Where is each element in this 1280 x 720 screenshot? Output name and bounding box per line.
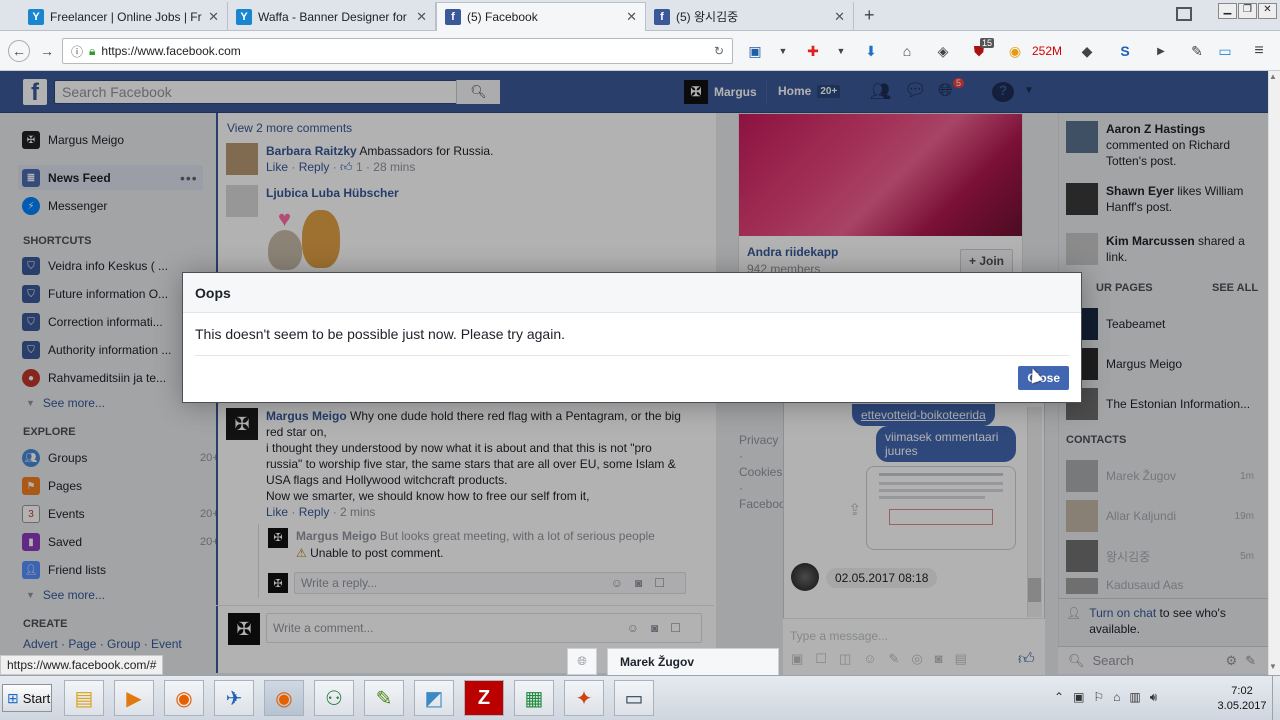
firefox-icon[interactable]: ◉	[164, 680, 204, 716]
tray-tool-icon[interactable]: ⌂	[1113, 690, 1120, 705]
minimize-icon[interactable]: ▁	[1218, 3, 1237, 19]
first-aid-icon[interactable]: ✚	[802, 40, 824, 62]
mega-count: 252M	[1032, 44, 1063, 58]
show-desktop-button[interactable]	[1272, 676, 1280, 720]
page-scrollbar[interactable]	[1268, 71, 1280, 675]
globe-icon[interactable]: 🌐︎	[567, 648, 597, 675]
pocket-icon[interactable]: ◈	[932, 40, 954, 62]
paint-icon[interactable]: ✦	[564, 680, 604, 716]
dialog-message: This doesn't seem to be possible just no…	[195, 313, 1069, 356]
filezilla-icon[interactable]: Z	[464, 680, 504, 716]
close-tab-icon[interactable]: ✕	[208, 9, 219, 25]
tab-facebook-active[interactable]: f (5) Facebook ✕	[436, 2, 646, 31]
facebook-icon: f	[654, 8, 670, 25]
status-bar-url: https://www.facebook.com/#	[0, 655, 164, 675]
dropdown-icon[interactable]: ▼	[772, 40, 794, 62]
spreadsheet-icon[interactable]: ▦	[514, 680, 554, 716]
tab-title: (5) 왕시김중	[676, 10, 739, 24]
flag-icon[interactable]: ⚐	[1093, 690, 1104, 705]
freelancer-icon: Y	[236, 8, 252, 25]
skype-icon[interactable]: S	[1114, 40, 1136, 62]
url-bar[interactable]: ⓘ 🔒︎ https://www.facebook.com ↻	[62, 38, 733, 64]
reload-icon[interactable]: ↻	[714, 44, 724, 58]
freelancer-icon: Y	[28, 8, 44, 25]
tab-title: Waffa - Banner Designer for	[258, 9, 407, 24]
windows-logo-icon: ⊞	[7, 689, 19, 706]
scroll-up-icon[interactable]: ▲	[1269, 72, 1277, 81]
forward-icon[interactable]: →	[36, 40, 58, 62]
speaker-icon[interactable]: 🔊︎	[1150, 690, 1158, 705]
save-icon[interactable]: ▣	[744, 40, 766, 62]
notepad-icon[interactable]: ✎	[364, 680, 404, 716]
clock-date: 3.05.2017	[1217, 700, 1267, 712]
clock[interactable]: 7:02 3.05.2017	[1204, 684, 1280, 714]
window-controls: ▁ ❐ ✕	[1218, 3, 1278, 19]
start-label: Start	[22, 690, 51, 706]
network-tool-icon[interactable]: ⚇	[314, 680, 354, 716]
incognito-icon[interactable]: ◆	[1076, 40, 1098, 62]
tray-expand-icon[interactable]: ⌃	[1054, 690, 1064, 705]
error-dialog: Oops This doesn't seem to be possible ju…	[182, 272, 1082, 403]
download-icon[interactable]: ⬇	[860, 40, 882, 62]
new-tab-button[interactable]: +	[864, 5, 875, 26]
close-tab-icon[interactable]: ✕	[834, 9, 845, 25]
start-button[interactable]: ⊞ Start	[2, 684, 52, 712]
screen-icon[interactable]: ▭	[1214, 40, 1236, 62]
youtube-icon[interactable]: ▶	[1150, 40, 1172, 62]
home-icon[interactable]: ⌂	[896, 40, 918, 62]
media-player-icon[interactable]: ▶	[114, 680, 154, 716]
reading-view-icon[interactable]	[1176, 7, 1192, 21]
ublock-badge: 15	[980, 38, 995, 48]
maximize-icon[interactable]: ❐	[1238, 3, 1257, 19]
facebook-icon: f	[445, 9, 461, 25]
lock-icon: 🔒︎	[89, 43, 96, 58]
mega-icon[interactable]: ◉	[1004, 40, 1026, 62]
tab-title: (5) Facebook	[467, 10, 538, 24]
tab-freelancer-jobs[interactable]: Y Freelancer | Online Jobs | Free ✕	[20, 2, 228, 31]
clock-time: 7:02	[1231, 685, 1253, 697]
tab-facebook-korean[interactable]: f (5) 왕시김중 ✕	[646, 2, 854, 31]
chat-tab[interactable]: Marek Žugov	[607, 648, 779, 675]
close-tab-icon[interactable]: ✕	[626, 9, 637, 25]
pencil-icon[interactable]: ✎	[1186, 40, 1208, 62]
dropdown-icon[interactable]: ▼	[830, 40, 852, 62]
dialog-title: Oops	[195, 284, 231, 301]
remote-desktop-icon[interactable]: ▭	[614, 680, 654, 716]
info-icon[interactable]: ⓘ	[71, 43, 83, 60]
eraser-icon[interactable]: ◩	[414, 680, 454, 716]
network-icon[interactable]: ▥	[1129, 690, 1140, 705]
close-tab-icon[interactable]: ✕	[416, 9, 427, 25]
close-window-icon[interactable]: ✕	[1258, 3, 1277, 19]
scroll-down-icon[interactable]: ▼	[1269, 662, 1277, 671]
tab-title: Freelancer | Online Jobs | Free	[50, 9, 203, 24]
menu-icon[interactable]: ≡	[1248, 40, 1270, 62]
system-tray: ⌃ ▣ ⚐ ⌂ ▥ 🔊︎	[1054, 690, 1157, 705]
back-icon[interactable]: ←	[8, 40, 30, 62]
dialog-header: Oops	[183, 273, 1081, 313]
tab-waffa-banner[interactable]: Y Waffa - Banner Designer for ✕	[228, 2, 436, 31]
thunderbird-icon[interactable]: ✈	[214, 680, 254, 716]
tray-app-icon[interactable]: ▣	[1073, 690, 1084, 705]
file-explorer-icon[interactable]: ▤	[64, 680, 104, 716]
url-text: https://www.facebook.com	[101, 44, 241, 58]
firefox-active-icon[interactable]: ◉	[264, 680, 304, 716]
